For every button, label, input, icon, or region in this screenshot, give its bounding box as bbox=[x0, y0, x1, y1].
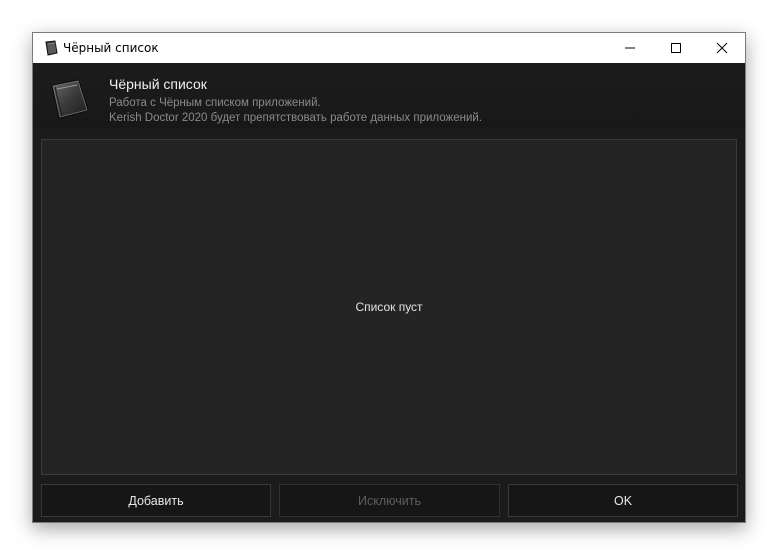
window-title: Чёрный список bbox=[63, 41, 159, 55]
close-icon bbox=[716, 42, 728, 54]
empty-list-message: Список пуст bbox=[355, 300, 423, 314]
header-description: Работа с Чёрным списком приложений. bbox=[109, 97, 321, 109]
maximize-icon bbox=[671, 43, 681, 53]
exclude-button[interactable]: Исключить bbox=[279, 484, 500, 517]
blacklist-list[interactable]: Список пуст bbox=[41, 139, 737, 475]
minimize-button[interactable] bbox=[607, 33, 653, 63]
notebook-icon bbox=[51, 79, 89, 119]
header-title: Чёрный список bbox=[109, 76, 207, 92]
dialog-header: Чёрный список Работа с Чёрным списком пр… bbox=[33, 63, 745, 129]
ok-button[interactable]: OK bbox=[508, 484, 738, 517]
minimize-icon bbox=[625, 47, 635, 49]
close-button[interactable] bbox=[699, 33, 745, 63]
notebook-icon bbox=[45, 40, 58, 56]
title-bar[interactable]: Чёрный список bbox=[33, 33, 745, 63]
header-description: Kerish Doctor 2020 будет препятствовать … bbox=[109, 112, 483, 124]
blacklist-window: Чёрный список Чёрный список Работа с Чёр… bbox=[32, 32, 746, 523]
add-button[interactable]: Добавить bbox=[41, 484, 271, 517]
maximize-button[interactable] bbox=[653, 33, 699, 63]
